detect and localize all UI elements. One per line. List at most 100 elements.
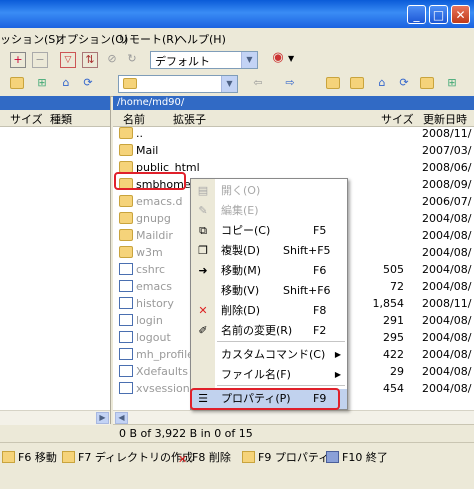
col-date[interactable]: 更新日時 bbox=[423, 111, 467, 127]
refresh-icon[interactable]: ↻ bbox=[124, 52, 140, 68]
context-menu-item[interactable]: ファイル名(F) ▶ bbox=[191, 365, 347, 385]
file-date: 2008/06/ bbox=[422, 161, 472, 174]
title-bar: _ □ ✕ bbox=[0, 0, 474, 28]
file-size: 72 bbox=[390, 280, 404, 293]
file-date: 2004/08/ bbox=[422, 348, 472, 361]
file-date: 2004/08/ bbox=[422, 263, 472, 276]
menu-bar: ッション(S) オプション(O) リモート(R) ヘルプ(H) bbox=[0, 28, 474, 49]
col-size[interactable]: サイズ bbox=[10, 111, 43, 127]
menu-help[interactable]: ヘルプ(H) bbox=[176, 31, 226, 47]
exit-icon bbox=[326, 451, 339, 463]
status-bar: 0 B of 3,922 B in 0 of 15 bbox=[113, 424, 474, 443]
scroll-right-icon[interactable]: ▶ bbox=[96, 412, 109, 424]
tree-icon[interactable]: ⊞ bbox=[444, 76, 460, 92]
menu-item-shortcut: Shift+F5 bbox=[283, 244, 331, 257]
window-bottom bbox=[0, 468, 474, 489]
file-name: emacs.d bbox=[136, 195, 183, 208]
filter-icon[interactable]: ▽ bbox=[60, 52, 76, 68]
new-folder-icon bbox=[62, 451, 75, 463]
open-folder-icon[interactable] bbox=[10, 77, 24, 89]
file-name: history bbox=[136, 297, 174, 310]
table-row[interactable]: .. 2008/11/ bbox=[113, 126, 474, 142]
local-hscrollbar[interactable]: ▶ bbox=[0, 410, 110, 425]
f7-mkdir-button[interactable]: F7 ディレクトリの作成 bbox=[62, 449, 193, 465]
close-button[interactable]: ✕ bbox=[451, 5, 470, 24]
file-size: 291 bbox=[383, 314, 404, 327]
globe-icon[interactable]: ◉ bbox=[270, 51, 286, 67]
menu-item-shortcut: Shift+F6 bbox=[283, 284, 331, 297]
remote-hscrollbar[interactable]: ◀ bbox=[113, 410, 474, 425]
chevron-down-icon[interactable]: ▼ bbox=[241, 52, 257, 68]
col-size[interactable]: サイズ bbox=[381, 111, 414, 127]
reload-icon[interactable]: ⟳ bbox=[80, 76, 96, 92]
profile-combo[interactable]: デフォルト ▼ bbox=[150, 51, 258, 69]
menu-item-label: 開く(O) bbox=[221, 184, 261, 197]
table-row[interactable]: Mail 2007/03/ bbox=[113, 143, 474, 159]
menu-item-label: 削除(D) bbox=[221, 304, 261, 317]
context-menu-item[interactable]: ⧉ コピー(C) F5 bbox=[191, 221, 347, 241]
menu-item-label: コピー(C) bbox=[221, 224, 271, 237]
menu-session[interactable]: ッション(S) bbox=[0, 31, 60, 47]
move-icon: ➜ bbox=[198, 264, 208, 277]
file-name: Xdefaults bbox=[136, 365, 188, 378]
context-menu-item[interactable]: ✐ 名前の変更(R) F2 bbox=[191, 321, 347, 341]
context-menu-item[interactable]: 移動(V) Shift+F6 bbox=[191, 281, 347, 301]
forward-icon[interactable]: ⇨ bbox=[282, 76, 298, 92]
file-date: 2007/03/ bbox=[422, 144, 472, 157]
add-icon[interactable]: + bbox=[10, 52, 26, 68]
file-name: emacs bbox=[136, 280, 173, 293]
file-date: 2004/08/ bbox=[422, 314, 472, 327]
f9-properties-button[interactable]: F9 プロパティ bbox=[242, 449, 329, 465]
new-folder-icon[interactable] bbox=[420, 77, 434, 89]
remote-path-bar: /home/md90/ bbox=[113, 96, 474, 110]
stop-icon[interactable]: ⊘ bbox=[104, 52, 120, 68]
local-pane: サイズ 種類 ▶ bbox=[0, 96, 111, 425]
root-folder-icon[interactable] bbox=[350, 77, 364, 89]
file-date: 2004/08/ bbox=[422, 280, 472, 293]
remote-path-combo[interactable]: ▼ bbox=[118, 75, 238, 93]
rename-icon: ✐ bbox=[198, 324, 208, 337]
reload-icon[interactable]: ⟳ bbox=[396, 76, 412, 92]
col-type[interactable]: 種類 bbox=[50, 111, 72, 127]
home-icon[interactable]: ⌂ bbox=[374, 76, 390, 92]
parent-folder-icon[interactable] bbox=[326, 77, 340, 89]
file-icon bbox=[119, 382, 133, 394]
chevron-down-icon[interactable]: ▼ bbox=[288, 54, 294, 63]
folder-icon bbox=[119, 229, 133, 241]
back-icon[interactable]: ⇦ bbox=[250, 76, 266, 92]
context-menu-item[interactable]: カスタムコマンド(C) ▶ bbox=[191, 345, 347, 365]
context-menu-item[interactable]: ➜ 移動(M) F6 bbox=[191, 261, 347, 281]
minimize-button[interactable]: _ bbox=[407, 5, 426, 24]
menu-item-label: カスタムコマンド(C) bbox=[221, 348, 326, 361]
chevron-down-icon[interactable]: ▼ bbox=[221, 76, 237, 92]
file-date: 2008/11/ bbox=[422, 297, 472, 310]
context-menu-item[interactable]: ❐ 複製(D) Shift+F5 bbox=[191, 241, 347, 261]
file-name: cshrc bbox=[136, 263, 166, 276]
f6-move-button[interactable]: F6 移動 bbox=[2, 449, 57, 465]
context-menu-item[interactable]: ▤ 開く(O) bbox=[191, 181, 347, 201]
toolbar: + − ▽ ⇅ ⊘ ↻ デフォルト ▼ ◉ ▼ bbox=[0, 48, 474, 73]
file-date: 2008/09/ bbox=[422, 178, 472, 191]
context-menu-item[interactable]: ✕ 削除(D) F8 bbox=[191, 301, 347, 321]
menu-item-label: 移動(M) bbox=[221, 264, 262, 277]
delete-icon: ✕ bbox=[177, 453, 188, 466]
f8-delete-button[interactable]: ✕ F8 削除 bbox=[176, 449, 231, 466]
folder-icon bbox=[119, 144, 133, 156]
file-name: login bbox=[136, 314, 163, 327]
remove-icon[interactable]: − bbox=[32, 52, 48, 68]
local-column-header: サイズ 種類 bbox=[0, 110, 110, 127]
context-menu-item[interactable]: ✎ 編集(E) bbox=[191, 201, 347, 221]
home-icon[interactable]: ⌂ bbox=[58, 76, 74, 92]
menu-remote[interactable]: リモート(R) bbox=[118, 31, 178, 47]
scroll-left-icon[interactable]: ◀ bbox=[115, 412, 128, 424]
tree-icon[interactable]: ⊞ bbox=[34, 76, 50, 92]
col-name[interactable]: 名前 bbox=[123, 111, 145, 127]
file-size: 505 bbox=[383, 263, 404, 276]
file-name: logout bbox=[136, 331, 171, 344]
maximize-button[interactable]: □ bbox=[429, 5, 448, 24]
menu-item-label: 移動(V) bbox=[221, 284, 260, 297]
f10-exit-button[interactable]: F10 終了 bbox=[326, 449, 388, 465]
context-menu: ▤ 開く(O) ✎ 編集(E) ⧉ コピー(C) F5 ❐ 複製(D) Shift+F5 ➜ 移動(M… bbox=[190, 178, 348, 410]
col-ext[interactable]: 拡張子 bbox=[173, 111, 206, 127]
sync-icon[interactable]: ⇅ bbox=[82, 52, 98, 68]
